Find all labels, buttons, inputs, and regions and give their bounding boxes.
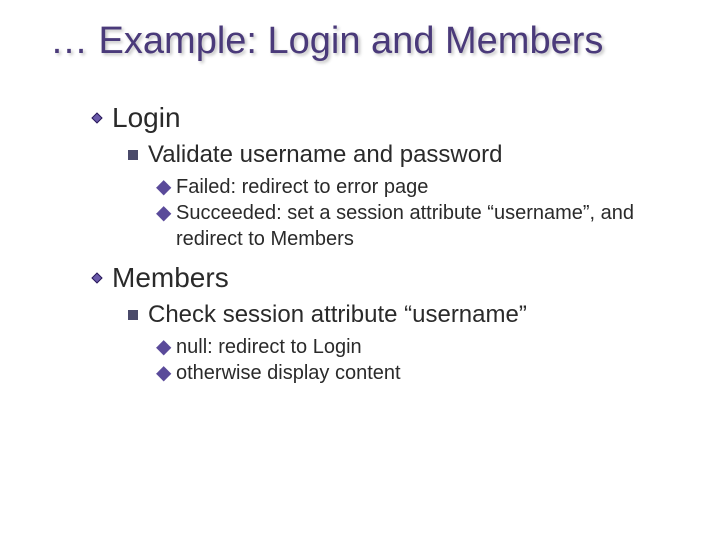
arrow-bullet-icon: ◆ xyxy=(156,174,168,200)
square-bullet-icon xyxy=(128,310,138,320)
diamond-bullet-icon xyxy=(90,111,104,125)
level2-text: Validate username and password xyxy=(148,140,502,170)
arrow-bullet-icon: ◆ xyxy=(156,200,168,226)
level3-text: null: redirect to Login xyxy=(176,334,362,360)
level3-text: otherwise display content xyxy=(176,360,401,386)
square-bullet-icon xyxy=(128,150,138,160)
diamond-bullet-icon xyxy=(90,271,104,285)
arrow-bullet-icon: ◆ xyxy=(156,360,168,386)
level3-text: Succeeded: set a session attribute “user… xyxy=(176,200,680,252)
section-heading: Members xyxy=(112,262,229,294)
slide-title: … Example: Login and Members xyxy=(50,20,680,64)
level2-item: Validate username and password xyxy=(128,140,680,170)
section-members: Members xyxy=(90,262,680,294)
level2-item: Check session attribute “username” xyxy=(128,300,680,330)
arrow-bullet-icon: ◆ xyxy=(156,334,168,360)
level3-list: ◆ null: redirect to Login ◆ otherwise di… xyxy=(156,334,680,386)
level3-text: Failed: redirect to error page xyxy=(176,174,428,200)
section-heading: Login xyxy=(112,102,181,134)
level2-text: Check session attribute “username” xyxy=(148,300,527,330)
level3-list: ◆ Failed: redirect to error page ◆ Succe… xyxy=(156,174,680,252)
section-login: Login xyxy=(90,102,680,134)
